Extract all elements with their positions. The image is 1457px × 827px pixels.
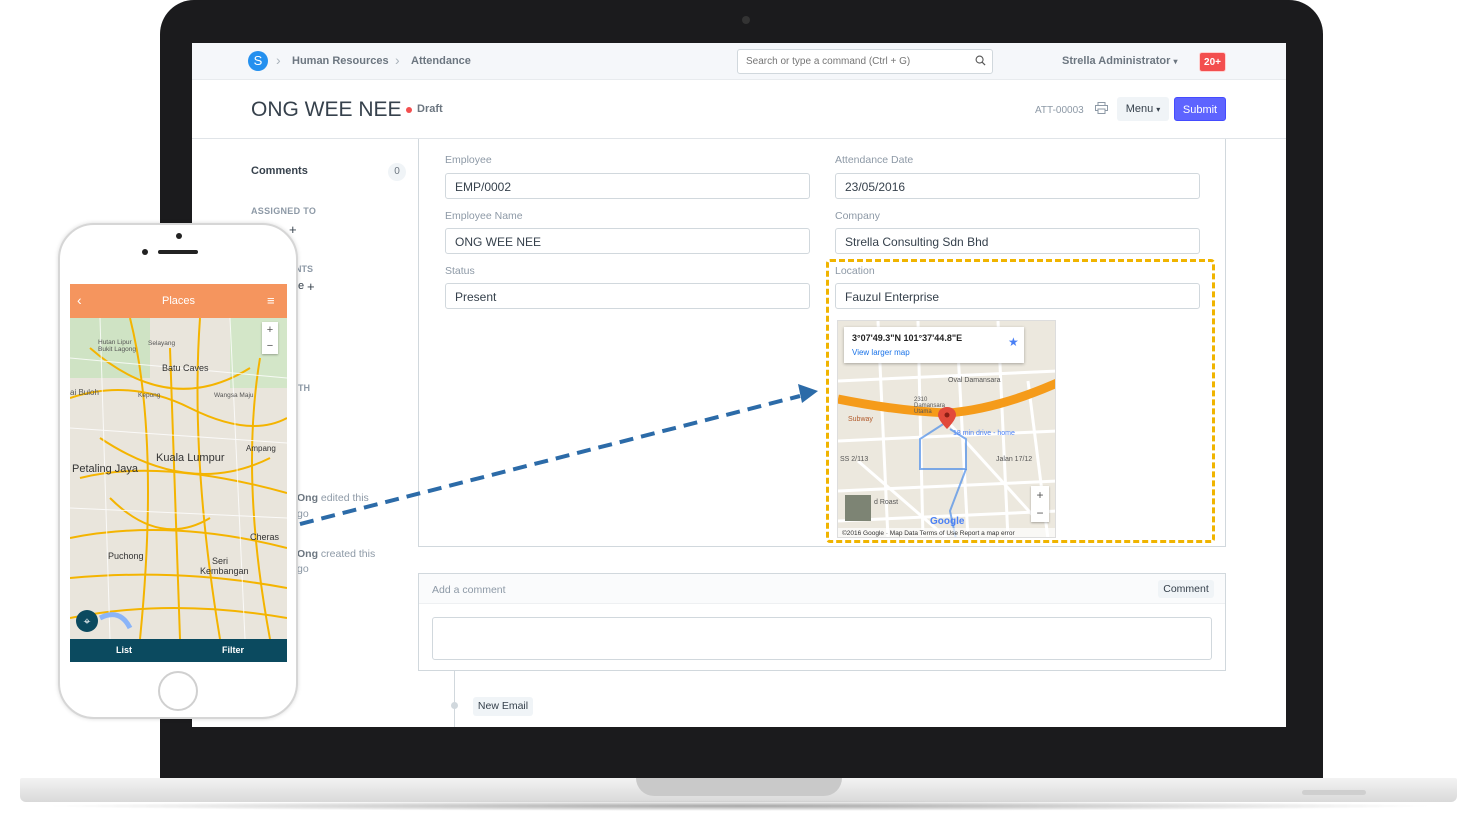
phone-home-button[interactable]	[158, 671, 198, 711]
phone-map-label: Petaling Jaya	[72, 463, 139, 475]
phone-map-label: Cheras	[250, 532, 280, 542]
phone-zoom-out-button[interactable]: −	[262, 338, 278, 354]
phone-camera	[176, 233, 182, 239]
phone-map-label: Kepong	[138, 392, 161, 399]
phone-map-label: Batu Caves	[162, 363, 209, 373]
phone-header: ‹ Places ≡	[70, 284, 287, 318]
phone-tab-bar: List Filter	[70, 639, 287, 662]
phone-screen: Hutan Lipur Bukit Lagong Selayang Batu C…	[70, 284, 287, 662]
phone-map-label: Seri Kembangan	[200, 556, 249, 576]
phone-speaker	[158, 250, 198, 254]
phone-sensor	[142, 249, 148, 255]
phone-zoom-in-button[interactable]: +	[262, 322, 278, 338]
tab-filter[interactable]: Filter	[179, 645, 287, 655]
phone-device: Hutan Lipur Bukit Lagong Selayang Batu C…	[58, 223, 298, 719]
phone-zoom-control: + −	[262, 322, 278, 354]
phone-map-label: Kuala Lumpur	[156, 452, 225, 464]
phone-map-label: Puchong	[108, 551, 144, 561]
phone-map-label: Ampang	[246, 444, 276, 453]
phone-title: Places	[161, 295, 196, 307]
phone-map-label: Wangsa Maju	[214, 392, 254, 399]
phone-map-label: Hutan Lipur Bukit Lagong	[98, 339, 136, 353]
tab-list[interactable]: List	[70, 645, 178, 655]
hamburger-menu-icon[interactable]: ≡	[267, 293, 275, 308]
phone-map-label: ai Buloh	[70, 388, 99, 397]
locate-me-icon[interactable]: ⌖	[76, 610, 98, 632]
phone-map-label: Selayang	[148, 340, 176, 347]
